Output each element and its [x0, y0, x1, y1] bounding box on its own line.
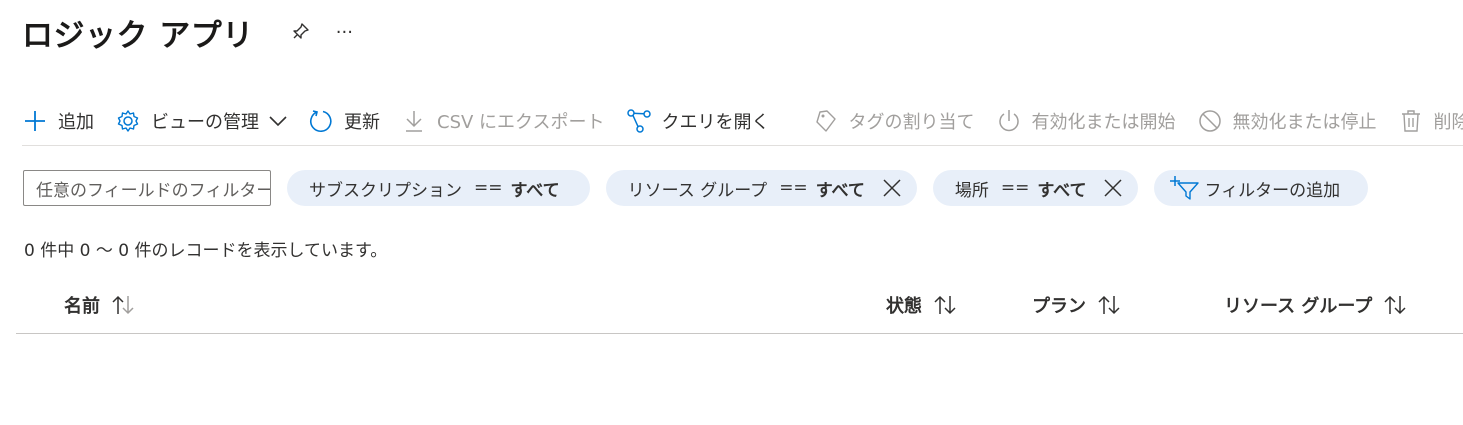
- record-count: 0 件中 0 〜 0 件のレコードを表示しています。: [24, 241, 388, 261]
- filter-pill-name: 場所: [954, 180, 989, 201]
- open-query-label: クエリを開く: [661, 111, 770, 133]
- block-icon: [1197, 108, 1223, 134]
- export-csv-button[interactable]: CSV にエクスポート: [401, 99, 613, 143]
- page-header: ロジック アプリ ···: [22, 8, 353, 56]
- close-icon[interactable]: [1102, 177, 1124, 199]
- add-filter-label: フィルターの追加: [1204, 180, 1341, 201]
- sort-icon: [1098, 294, 1122, 316]
- delete-button[interactable]: 削除: [1398, 99, 1463, 143]
- trash-icon: [1398, 108, 1424, 134]
- add-filter-icon: [1170, 175, 1200, 201]
- enable-start-label: 有効化または開始: [1031, 111, 1176, 133]
- column-header-plan[interactable]: プラン: [1032, 292, 1122, 318]
- sort-icon: [1384, 294, 1408, 316]
- add-label: 追加: [58, 111, 94, 133]
- column-header-status[interactable]: 状態: [886, 292, 958, 318]
- filter-pill-resource-group[interactable]: リソース グループ == すべて: [605, 170, 917, 206]
- column-label: プラン: [1032, 296, 1086, 317]
- assign-tags-label: タグの割り当て: [848, 111, 975, 133]
- add-button[interactable]: 追加: [22, 99, 102, 143]
- plus-icon: [22, 108, 48, 134]
- filter-pill-name: リソース グループ: [627, 180, 768, 201]
- pin-icon[interactable]: [288, 20, 312, 44]
- filter-pill-value: すべて: [510, 180, 560, 201]
- manage-view-button[interactable]: ビューの管理: [115, 99, 295, 143]
- column-label: 状態: [886, 296, 922, 317]
- query-icon: [626, 108, 652, 134]
- filter-pill-value: すべて: [1037, 180, 1087, 201]
- assign-tags-button[interactable]: タグの割り当て: [813, 99, 983, 143]
- gear-icon: [115, 108, 141, 134]
- disable-stop-label: 無効化または停止: [1232, 111, 1377, 133]
- command-bar: 追加 ビューの管理 更新 CSV にエクスポート クエリを開く タグの割り当て: [22, 96, 1463, 146]
- refresh-icon: [308, 108, 334, 134]
- close-icon[interactable]: [881, 177, 903, 199]
- page-title: ロジック アプリ: [22, 17, 254, 54]
- enable-start-button[interactable]: 有効化または開始: [996, 99, 1184, 143]
- filter-pill-operator: ==: [779, 178, 808, 198]
- open-query-button[interactable]: クエリを開く: [626, 99, 778, 143]
- refresh-label: 更新: [344, 111, 380, 133]
- manage-view-label: ビューの管理: [151, 111, 259, 133]
- column-header-name[interactable]: 名前: [64, 292, 136, 318]
- filter-pill-value: すべて: [815, 180, 865, 201]
- filter-pill-operator: ==: [1000, 178, 1030, 198]
- filter-search-input[interactable]: 任意のフィールドのフィルター...: [23, 170, 271, 206]
- refresh-button[interactable]: 更新: [308, 99, 388, 143]
- delete-label: 削除: [1433, 111, 1463, 133]
- filter-bar: 任意のフィールドのフィルター... サブスクリプション == すべて リソース …: [23, 169, 1369, 207]
- sort-ascending-icon: [112, 294, 136, 316]
- more-options-button[interactable]: ···: [336, 22, 353, 43]
- disable-stop-button[interactable]: 無効化または停止: [1197, 99, 1385, 143]
- column-label: リソース グループ: [1224, 296, 1373, 317]
- filter-pill-subscription[interactable]: サブスクリプション == すべて: [287, 170, 590, 206]
- export-csv-label: CSV にエクスポート: [437, 111, 605, 133]
- tag-icon: [813, 108, 839, 134]
- filter-pill-location[interactable]: 場所 == すべて: [932, 170, 1139, 206]
- add-filter-button[interactable]: フィルターの追加: [1154, 170, 1369, 206]
- chevron-down-icon: [269, 115, 287, 127]
- filter-pill-operator: ==: [474, 178, 503, 198]
- table-header: 名前 状態 プラン リソース グループ: [16, 284, 1463, 334]
- column-label: 名前: [64, 296, 100, 317]
- filter-pill-name: サブスクリプション: [309, 180, 462, 201]
- column-header-resource-group[interactable]: リソース グループ: [1224, 292, 1408, 318]
- sort-icon: [934, 294, 958, 316]
- power-icon: [996, 108, 1022, 134]
- download-icon: [401, 108, 427, 134]
